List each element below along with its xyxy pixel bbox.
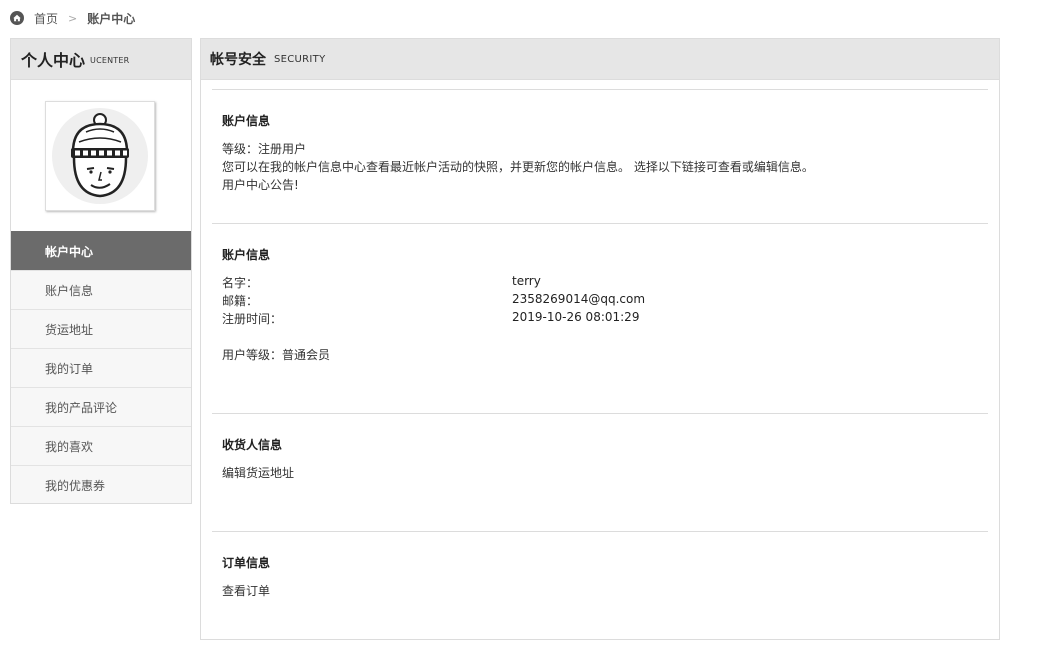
name-value: terry [512, 274, 541, 288]
sidebar-item-my-reviews[interactable]: 我的产品评论 [11, 387, 191, 426]
notice-text: 用户中心公告! [222, 178, 299, 192]
account-details-section: 账户信息 名字： terry 邮籍： 2358269014@qq.com 注册时… [212, 223, 988, 414]
account-info-section: 账户信息 等级：注册用户 您可以在我的帐户信息中心查看最近帐户活动的快照，并更新… [212, 89, 988, 224]
section-heading: 账户信息 [222, 248, 271, 262]
sidebar-item-account-center[interactable]: 帐户中心 [11, 231, 191, 270]
sidebar-item-label: 我的喜欢 [45, 439, 94, 454]
sidebar-title: 个人中心 [21, 51, 86, 70]
avatar-face-icon [52, 108, 148, 204]
member-level-text: 用户等级：普通会员 [222, 348, 331, 362]
sidebar-item-label: 账户信息 [45, 283, 94, 298]
avatar[interactable] [45, 101, 155, 211]
email-label: 邮籍： [222, 294, 259, 308]
user-level-text: 等级：注册用户 [222, 142, 307, 156]
name-label: 名字： [222, 276, 259, 290]
avatar-area [11, 80, 191, 231]
sidebar-item-label: 我的优惠券 [45, 478, 106, 493]
sidebar-header: 个人中心 UCENTER [11, 39, 191, 80]
sidebar-subtitle: UCENTER [90, 56, 130, 65]
panel-header: 帐号安全 SECURITY [201, 39, 999, 80]
panel-title: 帐号安全 [210, 52, 266, 68]
sidebar-item-my-orders[interactable]: 我的订单 [11, 348, 191, 387]
section-heading: 账户信息 [222, 114, 271, 128]
consignee-section: 收货人信息 编辑货运地址 [212, 413, 988, 532]
main-panel: 帐号安全 SECURITY 账户信息 等级：注册用户 您可以在我的帐户信息中心查… [200, 38, 1000, 640]
sidebar-item-label: 货运地址 [45, 322, 94, 337]
breadcrumb-separator: > [68, 11, 78, 25]
edit-shipping-address-link[interactable]: 编辑货运地址 [222, 464, 294, 481]
sidebar-item-shipping-address[interactable]: 货运地址 [11, 309, 191, 348]
sidebar-item-label: 我的订单 [45, 361, 94, 376]
registered-value: 2019-10-26 08:01:29 [512, 310, 640, 324]
section-heading: 订单信息 [222, 556, 271, 570]
breadcrumb-current: 账户中心 [87, 11, 136, 26]
home-icon[interactable] [10, 11, 24, 25]
view-orders-link[interactable]: 查看订单 [222, 582, 270, 599]
breadcrumb: 首页 > 账户中心 [10, 9, 135, 27]
sidebar-item-label: 帐户中心 [45, 244, 94, 259]
breadcrumb-home-link[interactable]: 首页 [34, 10, 58, 27]
sidebar-item-my-coupons[interactable]: 我的优惠券 [11, 465, 191, 504]
email-value: 2358269014@qq.com [512, 292, 646, 306]
sidebar-item-account-info[interactable]: 账户信息 [11, 270, 191, 309]
registered-label: 注册时间： [222, 312, 283, 326]
sidebar: 个人中心 UCENTER 帐户中心 账户信息 货运地址 我的订单 我的产品评论 … [10, 38, 192, 504]
section-heading: 收货人信息 [222, 438, 283, 452]
account-description: 您可以在我的帐户信息中心查看最近帐户活动的快照，并更新您的帐户信息。 选择以下链… [222, 160, 814, 174]
sidebar-item-label: 我的产品评论 [45, 400, 118, 415]
panel-subtitle: SECURITY [274, 53, 326, 65]
orders-section: 订单信息 查看订单 [212, 531, 988, 632]
sidebar-item-my-favorites[interactable]: 我的喜欢 [11, 426, 191, 465]
